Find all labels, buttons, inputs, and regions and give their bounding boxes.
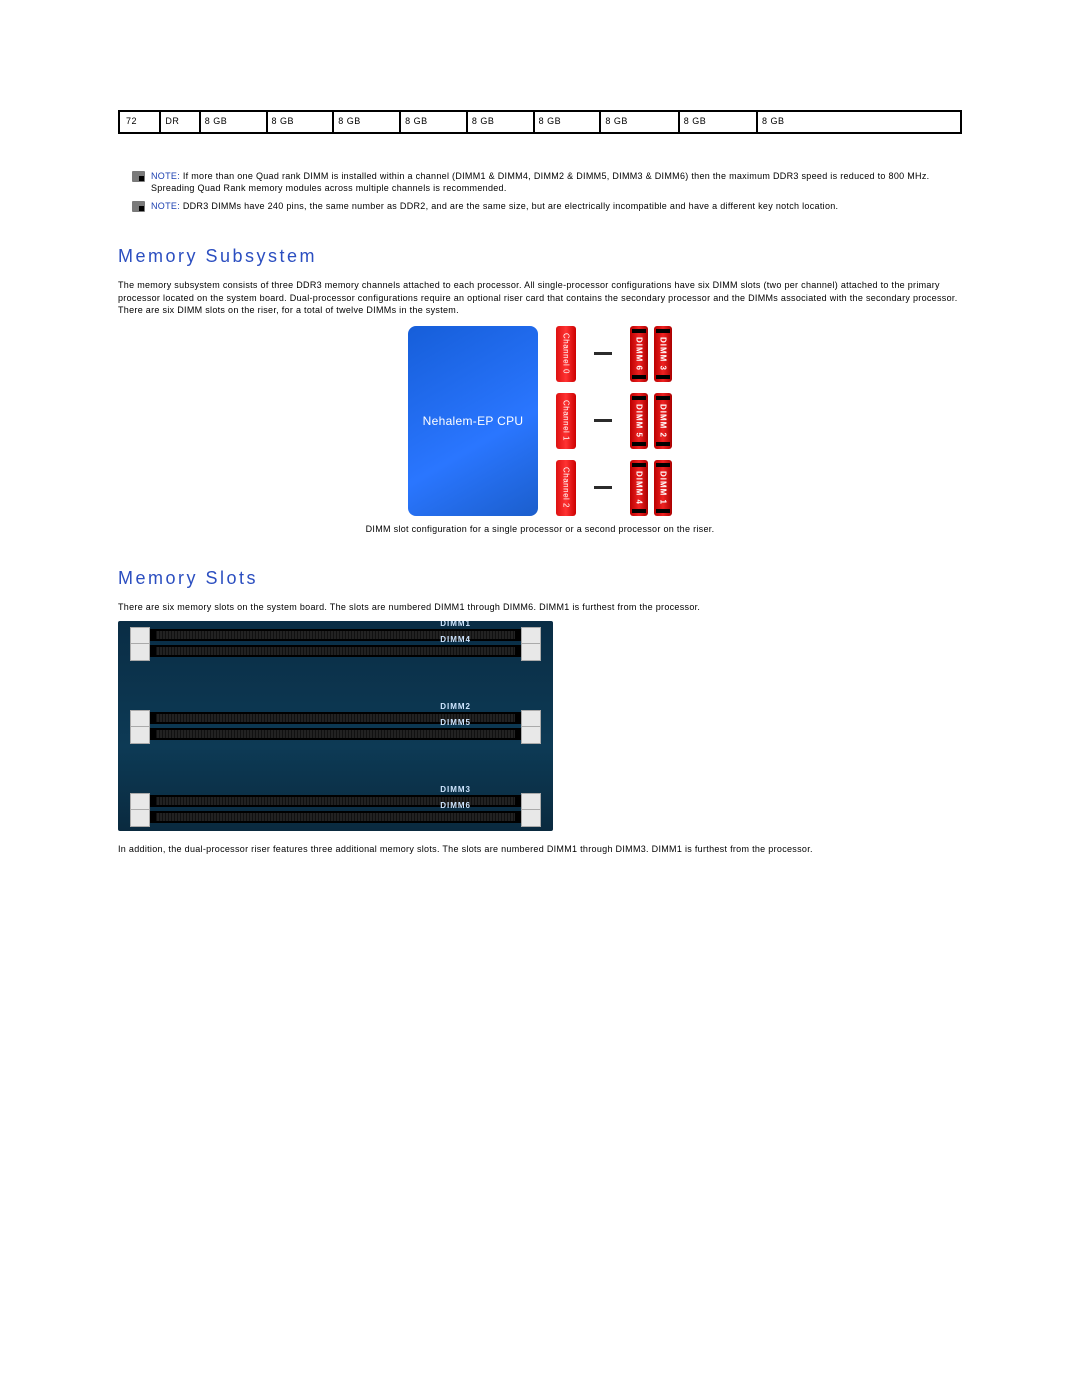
cell-gb: 8 GB — [679, 112, 757, 132]
channel-block: Channel 1 — [556, 393, 576, 449]
memory-config-row: 72 DR 8 GB 8 GB 8 GB 8 GB 8 GB 8 GB 8 GB… — [118, 110, 962, 134]
note-text: NOTE: If more than one Quad rank DIMM is… — [151, 170, 962, 194]
note-text: NOTE: DDR3 DIMMs have 240 pins, the same… — [151, 200, 838, 212]
cell-gb: 8 GB — [200, 112, 267, 132]
channel-block: Channel 2 — [556, 460, 576, 516]
paragraph-riser: In addition, the dual-processor riser fe… — [118, 843, 962, 855]
note-icon — [132, 171, 145, 182]
cpu-block: Nehalem-EP CPU — [408, 326, 538, 516]
cell-gb: 8 GB — [757, 112, 961, 132]
dimm-slot: DIMM5 — [136, 728, 535, 740]
dimm-slot: DIMM1 — [136, 629, 535, 641]
dimm-slot: DIMM6 — [136, 811, 535, 823]
channel-block: Channel 0 — [556, 326, 576, 382]
dimm-slot: DIMM3 — [136, 795, 535, 807]
heading-memory-slots: Memory Slots — [118, 568, 962, 589]
dimm-slot: DIMM4 — [136, 645, 535, 657]
cell-gb: 8 GB — [534, 112, 601, 132]
cell-gb: 8 GB — [400, 112, 467, 132]
dimm-block: DIMM 4 — [630, 460, 648, 516]
motherboard-diagram: DIMM1 DIMM4 DIMM2 DIMM5 DIMM3 DIMM6 — [118, 621, 553, 831]
cell-gb: 8 GB — [467, 112, 534, 132]
cell-size: 72 — [119, 112, 160, 132]
cell-gb: 8 GB — [600, 112, 678, 132]
note-entry: NOTE: If more than one Quad rank DIMM is… — [132, 170, 962, 194]
cell-gb: 8 GB — [267, 112, 334, 132]
bus-line — [594, 393, 612, 449]
bus-line — [594, 460, 612, 516]
paragraph-subsystem: The memory subsystem consists of three D… — [118, 279, 962, 315]
paragraph-slots: There are six memory slots on the system… — [118, 601, 962, 613]
note-entry: NOTE: DDR3 DIMMs have 240 pins, the same… — [132, 200, 962, 212]
cell-rank: DR — [160, 112, 199, 132]
dimm-block: DIMM 6 — [630, 326, 648, 382]
dimm-config-diagram: Nehalem-EP CPU Channel 0 Channel 1 Chann… — [118, 326, 962, 534]
diagram-caption: DIMM slot configuration for a single pro… — [118, 524, 962, 534]
dimm-block: DIMM 1 — [654, 460, 672, 516]
cell-gb: 8 GB — [333, 112, 400, 132]
heading-memory-subsystem: Memory Subsystem — [118, 246, 962, 267]
note-icon — [132, 201, 145, 212]
bus-line — [594, 326, 612, 382]
dimm-slot: DIMM2 — [136, 712, 535, 724]
dimm-block: DIMM 2 — [654, 393, 672, 449]
dimm-block: DIMM 3 — [654, 326, 672, 382]
dimm-block: DIMM 5 — [630, 393, 648, 449]
